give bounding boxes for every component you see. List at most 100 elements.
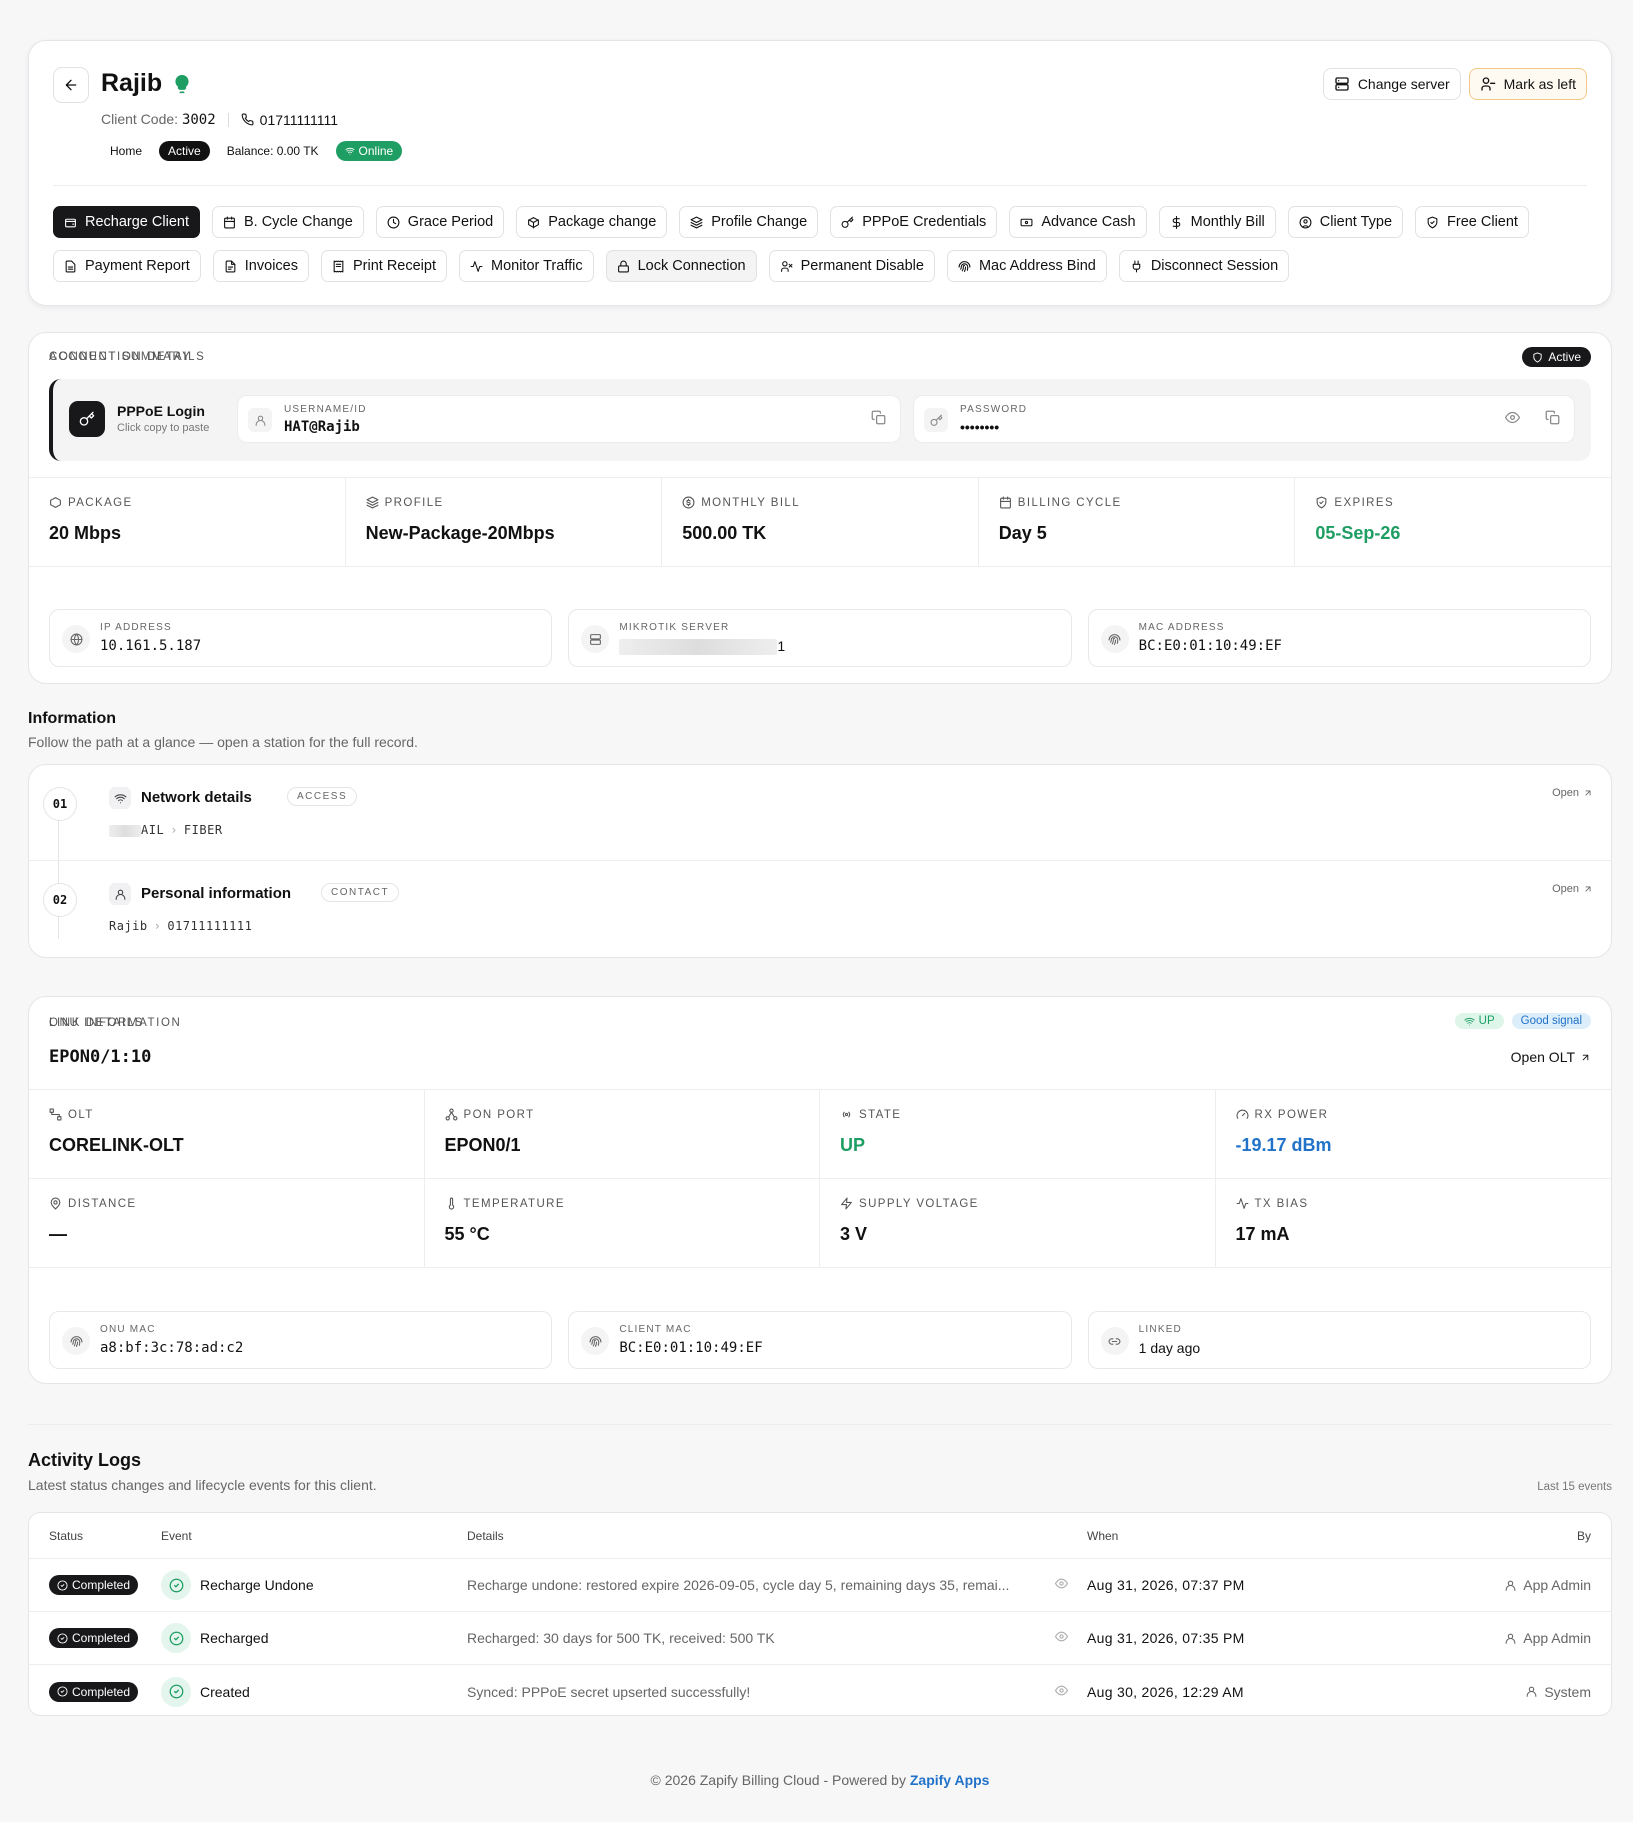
invoices-button[interactable]: Invoices bbox=[212, 250, 309, 282]
personal-path-2: 01711111111 bbox=[167, 919, 253, 933]
event-name: Created bbox=[200, 1683, 250, 1700]
user-icon bbox=[1526, 1686, 1537, 1697]
stat-package-label-text: PACKAGE bbox=[68, 496, 133, 509]
copy-password-button[interactable] bbox=[1545, 410, 1560, 430]
back-button[interactable] bbox=[53, 67, 89, 103]
recharge-client-button[interactable]: Recharge Client bbox=[53, 206, 200, 238]
table-row[interactable]: Completed Recharged Recharged: 30 days f… bbox=[29, 1612, 1611, 1665]
event-details: Recharge undone: restored expire 2026-09… bbox=[467, 1577, 1010, 1593]
zap-icon bbox=[841, 1197, 852, 1210]
disconnect-session-label: Disconnect Session bbox=[1150, 258, 1279, 274]
monitor-traffic-label: Monitor Traffic bbox=[491, 258, 583, 274]
mikrotik-server-value: 1 bbox=[619, 638, 786, 656]
linked-label: LINKED bbox=[1138, 1324, 1182, 1335]
open-olt-label: Open OLT bbox=[1510, 1049, 1575, 1065]
receipt-icon bbox=[333, 260, 344, 272]
info-row-network[interactable]: 01 Network details ACCESS AIL › FIBER Open bbox=[29, 765, 1611, 861]
ip-address-label: IP ADDRESS bbox=[100, 622, 172, 633]
chevron-right-icon: › bbox=[170, 823, 178, 837]
client-type-button[interactable]: Client Type bbox=[1287, 206, 1404, 238]
fingerprint-icon bbox=[581, 1327, 610, 1355]
free-client-button[interactable]: Free Client bbox=[1415, 206, 1529, 238]
column-event: Event bbox=[161, 1529, 192, 1543]
action-buttons: Recharge Client B. Cycle Change Grace Pe… bbox=[53, 206, 1593, 294]
check-circle-icon bbox=[57, 1632, 68, 1644]
user-icon bbox=[1505, 1580, 1516, 1591]
lock-connection-button[interactable]: Lock Connection bbox=[605, 250, 757, 282]
mark-as-left-button[interactable]: Mark as left bbox=[1468, 68, 1587, 100]
redacted-text bbox=[109, 824, 141, 837]
good-signal-badge: Good signal bbox=[1511, 1013, 1591, 1029]
table-row[interactable]: Completed Recharge Undone Recharge undon… bbox=[29, 1559, 1611, 1612]
copy-username-button[interactable] bbox=[871, 410, 886, 430]
open-personal-link[interactable]: Open bbox=[1552, 883, 1593, 895]
recharge-client-label: Recharge Client bbox=[85, 214, 189, 230]
package-change-button[interactable]: Package change bbox=[516, 206, 668, 238]
onu-supply-voltage-label: SUPPLY VOLTAGE bbox=[840, 1197, 1195, 1210]
open-olt-link[interactable]: Open OLT bbox=[1511, 1049, 1591, 1065]
billing-cycle-change-button[interactable]: B. Cycle Change bbox=[211, 206, 364, 238]
onu-state-label: STATE bbox=[840, 1108, 1195, 1121]
mikrotik-server-suffix: 1 bbox=[777, 638, 786, 654]
billing-cycle-change-label: B. Cycle Change bbox=[243, 214, 353, 230]
mac-address-bind-button[interactable]: Mac Address Bind bbox=[946, 250, 1107, 282]
onu-pon-port-value: EPON0/1 bbox=[444, 1135, 521, 1155]
onu-olt: OLT CORELINK-OLT bbox=[29, 1090, 425, 1179]
client-phone-text: 01711111111 bbox=[259, 111, 339, 128]
grace-period-button[interactable]: Grace Period bbox=[375, 206, 505, 238]
package-icon bbox=[528, 216, 540, 228]
link-details-label: LINK DETAILS bbox=[49, 1017, 145, 1029]
client-type-label: Client Type bbox=[1319, 214, 1393, 230]
view-details-button[interactable] bbox=[1055, 1684, 1068, 1700]
mikrotik-server-label: MIKROTIK SERVER bbox=[619, 622, 730, 633]
wifi-icon bbox=[109, 787, 131, 809]
stat-expires: EXPIRES 05-Sep-26 bbox=[1295, 478, 1611, 566]
view-details-button[interactable] bbox=[1055, 1577, 1068, 1593]
pppoe-credentials-button[interactable]: PPPoE Credentials bbox=[830, 206, 998, 238]
eye-icon bbox=[1055, 1631, 1068, 1642]
pppoe-login-strip: PPPoE Login Click copy to paste USERNAME… bbox=[49, 379, 1591, 461]
monitor-traffic-button[interactable]: Monitor Traffic bbox=[459, 250, 594, 282]
information-title: Information bbox=[28, 710, 116, 727]
permanent-disable-button[interactable]: Permanent Disable bbox=[768, 250, 935, 282]
linked-value: 1 day ago bbox=[1138, 1340, 1201, 1356]
change-server-button[interactable]: Change server bbox=[1322, 68, 1461, 100]
activity-table: Status Event Details When By Completed R… bbox=[28, 1512, 1612, 1716]
onu-olt-label: OLT bbox=[49, 1108, 404, 1121]
onu-pon-port-label: PON PORT bbox=[445, 1108, 800, 1121]
client-phone[interactable]: 01711111111 bbox=[241, 112, 338, 128]
tag-balance: Balance: 0.00 TK bbox=[226, 144, 319, 158]
onu-pon-port-label-text: PON PORT bbox=[463, 1108, 535, 1121]
profile-change-button[interactable]: Profile Change bbox=[679, 206, 819, 238]
view-details-button[interactable] bbox=[1055, 1630, 1068, 1646]
client-code-label: Client Code: bbox=[101, 111, 179, 127]
grace-period-label: Grace Period bbox=[407, 214, 494, 230]
eye-icon bbox=[1055, 1578, 1068, 1589]
disconnect-session-button[interactable]: Disconnect Session bbox=[1118, 250, 1290, 282]
user-icon bbox=[109, 883, 131, 905]
wifi-icon bbox=[344, 147, 355, 155]
change-server-label: Change server bbox=[1357, 76, 1450, 92]
map-pin-icon bbox=[50, 1197, 61, 1210]
footer-link[interactable]: Zapify Apps bbox=[910, 1772, 990, 1788]
stat-billing-cycle-value: Day 5 bbox=[998, 523, 1047, 543]
onu-supply-voltage-label-text: SUPPLY VOLTAGE bbox=[859, 1197, 979, 1210]
information-subtitle: Follow the path at a glance — open a sta… bbox=[28, 734, 418, 750]
payment-report-button[interactable]: Payment Report bbox=[53, 250, 201, 282]
show-password-button[interactable] bbox=[1505, 410, 1520, 430]
dollar-icon bbox=[1172, 215, 1180, 229]
monthly-bill-button[interactable]: Monthly Bill bbox=[1158, 206, 1276, 238]
action-row-2: Payment Report Invoices Print Receipt Mo… bbox=[53, 250, 1593, 282]
wifi-icon bbox=[1464, 1017, 1475, 1026]
arrow-up-right-icon bbox=[1585, 790, 1591, 796]
advance-cash-button[interactable]: Advance Cash bbox=[1009, 206, 1147, 238]
key-icon bbox=[841, 216, 854, 228]
open-network-link[interactable]: Open bbox=[1552, 787, 1593, 799]
network-details-title: Network details bbox=[141, 789, 252, 806]
table-row[interactable]: Completed Created Synced: PPPoE secret u… bbox=[29, 1665, 1611, 1715]
info-row-personal[interactable]: 02 Personal information CONTACT Rajib › 01… bbox=[29, 861, 1611, 957]
event-by-text: System bbox=[1544, 1683, 1591, 1700]
check-circle-icon bbox=[161, 1676, 191, 1707]
print-receipt-button[interactable]: Print Receipt bbox=[320, 250, 447, 282]
user-x-icon bbox=[780, 260, 793, 272]
